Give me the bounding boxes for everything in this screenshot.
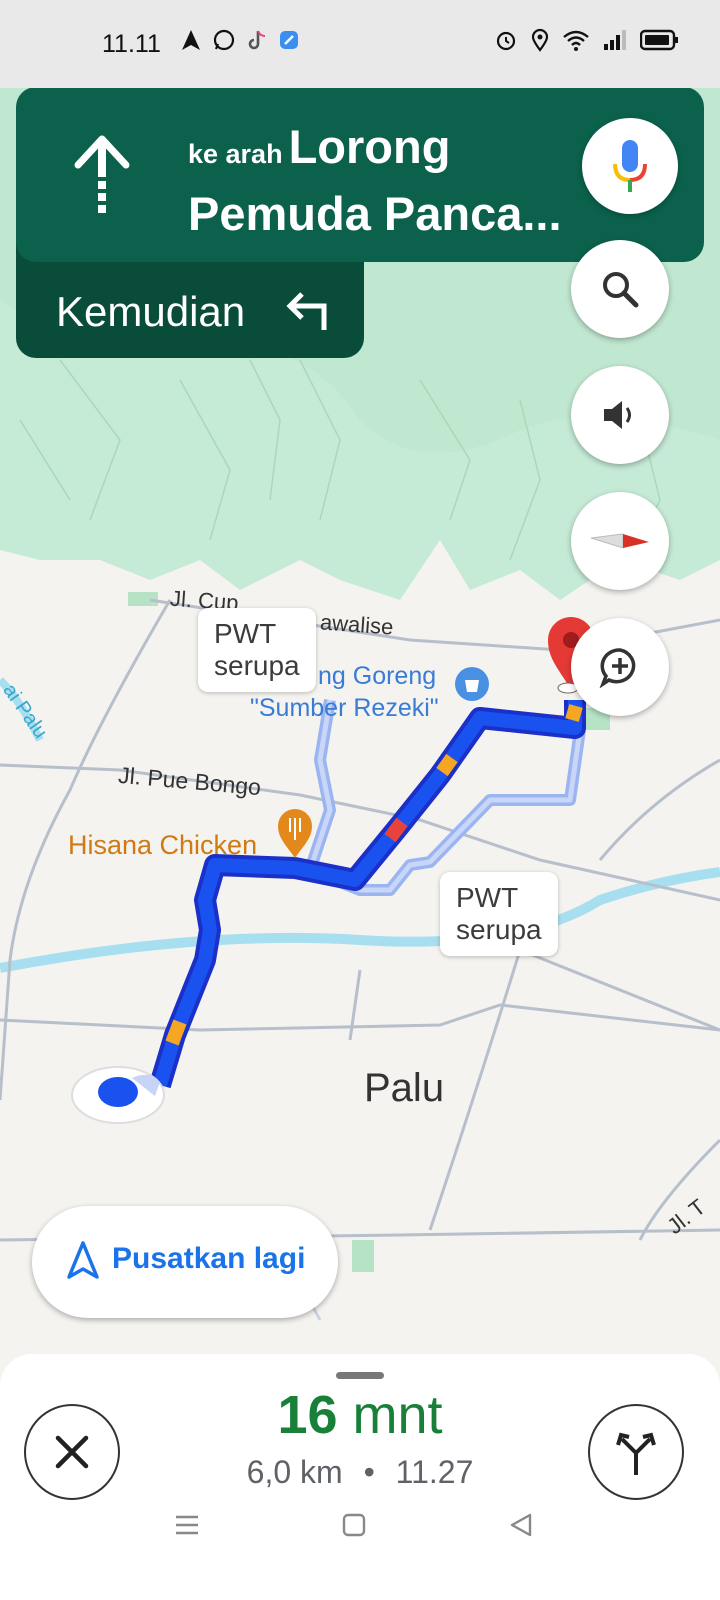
whatsapp-icon (213, 29, 235, 51)
back-icon[interactable] (508, 1512, 534, 1538)
search-icon (603, 272, 639, 308)
recenter-label: Pusatkan lagi (112, 1242, 306, 1275)
sound-button[interactable] (571, 366, 669, 464)
poi-label-hisana[interactable]: Hisana Chicken (68, 830, 257, 861)
recenter-navigation-icon (67, 1241, 99, 1279)
turn-left-icon (286, 292, 327, 330)
straight-arrow-icon (74, 135, 130, 213)
poi-label-shop-line1[interactable]: ng Goreng (318, 662, 436, 691)
add-comment-icon (599, 648, 636, 688)
microphone-icon (613, 140, 647, 192)
menu-icon[interactable] (174, 1512, 200, 1538)
route-fork-icon (616, 1432, 656, 1475)
wifi-icon (563, 30, 589, 51)
trip-distance: 6,0 km (246, 1454, 343, 1490)
volume-icon (604, 401, 631, 429)
alt-route-bubble-2-line2: serupa (456, 914, 542, 945)
alt-route-bubble-2-line1: PWT (456, 882, 519, 913)
alternate-routes-button[interactable] (588, 1404, 684, 1500)
arrival-time: 11.27 (395, 1454, 474, 1490)
tiktok-icon (248, 30, 266, 50)
status-bar: 11.11 (0, 0, 720, 88)
app-icon (280, 31, 298, 49)
alt-route-bubble-1[interactable]: PWT serupa (198, 608, 316, 692)
city-label: Palu (364, 1066, 445, 1110)
alarm-icon (496, 31, 516, 51)
status-time: 11.11 (102, 30, 161, 58)
add-report-button[interactable] (571, 618, 669, 716)
eta-value: 16 (277, 1385, 338, 1445)
alt-route-bubble-1-line2: serupa (214, 650, 300, 681)
status-icons-right (494, 28, 680, 52)
voice-search-button[interactable] (582, 118, 678, 214)
system-navigation-bar (0, 1500, 720, 1600)
eta-unit: mnt (352, 1385, 443, 1445)
direction-prefix: ke arah (188, 139, 283, 169)
status-icons-left (180, 28, 300, 52)
street-line1: Lorong (288, 120, 451, 173)
poi-label-shop-line2[interactable]: "Sumber Rezeki" (250, 694, 439, 723)
drag-handle[interactable] (336, 1372, 384, 1379)
compass-button[interactable] (571, 492, 669, 590)
location-icon (531, 28, 549, 52)
navigation-arrow-icon (182, 30, 200, 50)
battery-icon (640, 29, 678, 51)
then-label: Kemudian (56, 288, 246, 335)
alt-route-bubble-2[interactable]: PWT serupa (440, 872, 558, 956)
recenter-button[interactable]: Pusatkan lagi (32, 1206, 338, 1318)
trip-separator: • (363, 1454, 375, 1490)
home-icon[interactable] (341, 1512, 367, 1538)
alt-route-bubble-1-line1: PWT (214, 618, 277, 649)
compass-icon (590, 533, 649, 549)
street-name: ke arah Lorong Pemuda Panca... (188, 117, 588, 244)
road-label-awalise: awalise (319, 609, 395, 640)
search-button[interactable] (571, 240, 669, 338)
street-line2: Pemuda Panca... (188, 187, 562, 240)
signal-icon (604, 30, 626, 50)
